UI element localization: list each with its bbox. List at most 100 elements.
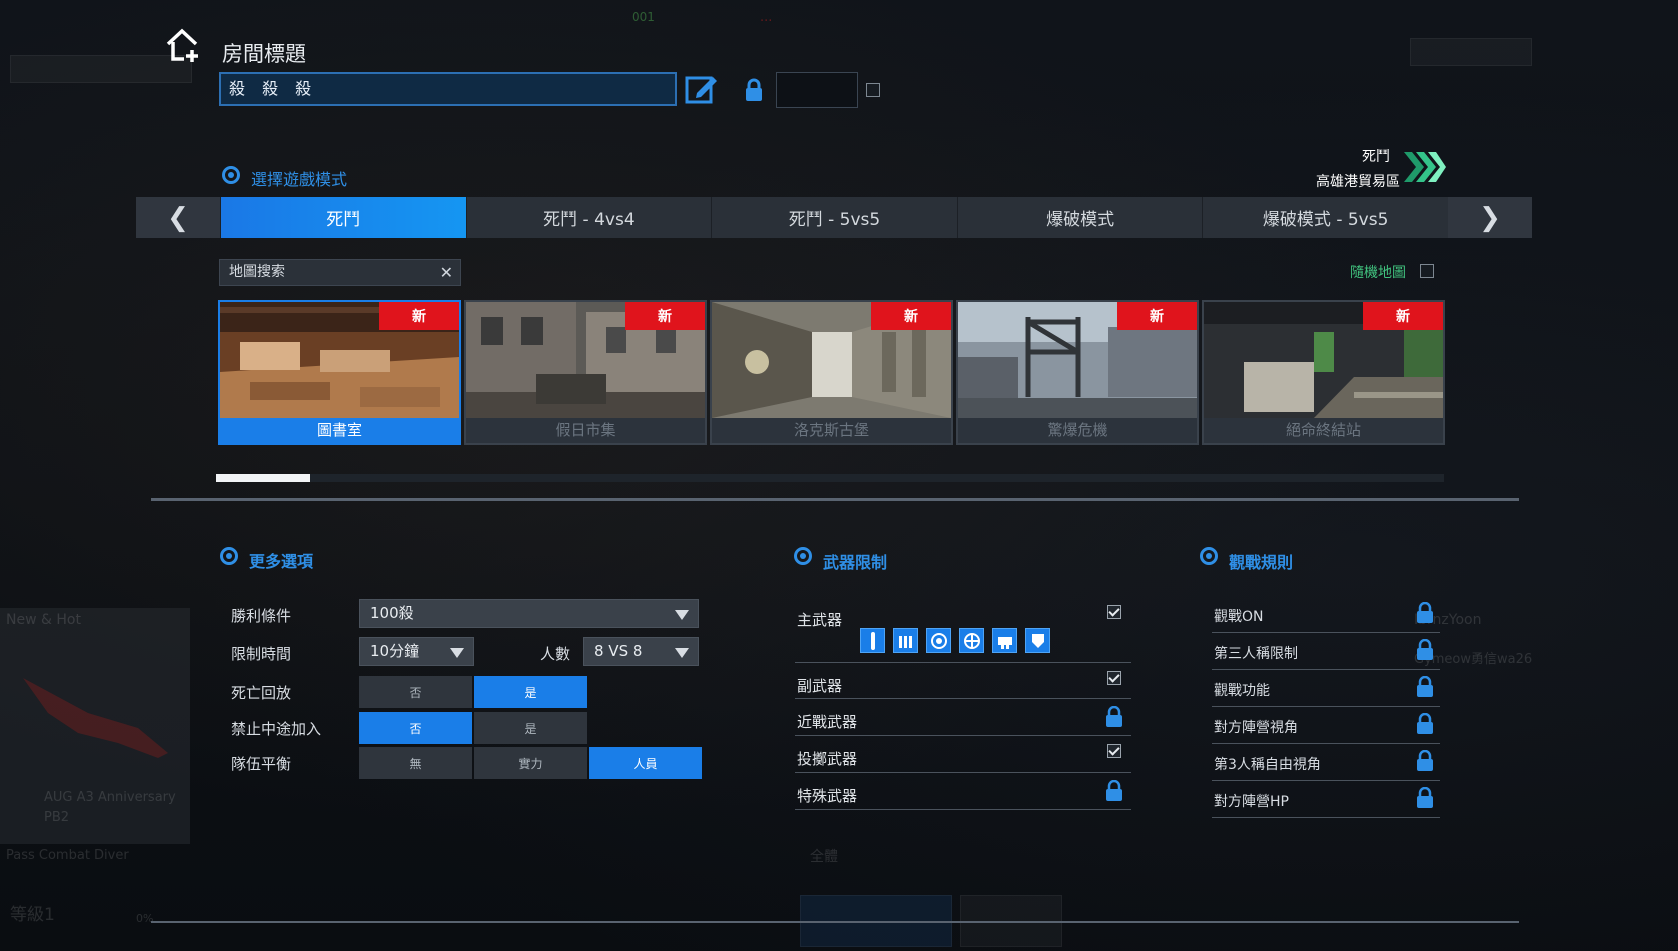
tab-demolition-5v5[interactable]: 爆破模式 - 5vs5: [1202, 197, 1448, 238]
divider: [151, 921, 1519, 923]
password-checkbox[interactable]: [866, 83, 880, 97]
new-badge: 新: [625, 302, 705, 330]
spectator-row: 觀戰ON: [1212, 596, 1440, 633]
sniper-icon[interactable]: [860, 628, 885, 653]
chevron-down-icon: [675, 648, 689, 658]
map-scroll-thumb[interactable]: [216, 474, 310, 482]
weapon-secondary-checkbox[interactable]: [1107, 671, 1121, 685]
new-badge: 新: [871, 302, 951, 330]
win-condition-dropdown[interactable]: 100殺: [359, 599, 699, 628]
bg-level-percent: 0%: [136, 912, 154, 925]
weapon-row-throwable: 投擲武器: [795, 736, 1131, 773]
chevron-down-icon: [675, 610, 689, 620]
tab-deathmatch[interactable]: 死鬥: [220, 197, 466, 238]
time-limit-dropdown[interactable]: 10分鐘: [359, 637, 474, 666]
players-dropdown[interactable]: 8 VS 8: [583, 637, 699, 666]
win-condition-value: 100殺: [370, 604, 414, 622]
players-value: 8 VS 8: [594, 642, 643, 660]
lock-icon: [1106, 706, 1122, 727]
bg-room-number: 001: [632, 10, 655, 24]
map-search-input[interactable]: 地圖搜索 ✕: [219, 259, 461, 286]
team-balance-none[interactable]: 無: [359, 747, 472, 779]
map-search-placeholder: 地圖搜索: [229, 264, 285, 280]
weapon-primary-label: 主武器: [797, 611, 843, 629]
map-list: 新 圖書室 新 假日市集 新 洛克斯古堡 新 驚爆危機 新 絕命終結站: [218, 300, 1445, 445]
time-limit-value: 10分鐘: [370, 642, 420, 660]
spectator-label: 第三人稱限制: [1214, 646, 1298, 662]
map-card-library[interactable]: 新 圖書室: [218, 300, 461, 445]
lock-icon: [1417, 787, 1433, 808]
players-label: 人數: [540, 645, 571, 663]
map-name: 驚爆危機: [1047, 421, 1108, 439]
death-replay-yes[interactable]: 是: [474, 676, 587, 708]
map-scroll-track[interactable]: [216, 474, 1444, 482]
spectator-row: 第三人稱限制: [1212, 633, 1440, 670]
no-midjoin-yes[interactable]: 是: [474, 712, 587, 744]
team-balance-players[interactable]: 人員: [589, 747, 702, 779]
next-mode-button[interactable]: ❯: [1447, 197, 1532, 238]
bg-weapon-sub: PB2: [44, 810, 70, 825]
divider: [151, 498, 1519, 501]
bg-weapon-image: [23, 678, 168, 758]
target-icon[interactable]: [926, 628, 951, 653]
tab-deathmatch-5v5[interactable]: 死鬥 - 5vs5: [711, 197, 957, 238]
spectator-row: 第3人稱自由視角: [1212, 744, 1440, 781]
home-icon[interactable]: [164, 26, 204, 64]
random-map-label: 隨機地圖: [1350, 265, 1406, 281]
bg-news-card: New & Hot AUG A3 Anniversary PB2: [0, 608, 190, 844]
new-badge: 新: [379, 302, 459, 330]
weapon-throwable-checkbox[interactable]: [1107, 744, 1121, 758]
shield-icon[interactable]: [1025, 628, 1050, 653]
ammo-icon[interactable]: [893, 628, 918, 653]
weapon-limits-heading: 武器限制: [823, 553, 888, 572]
password-input[interactable]: [776, 72, 858, 108]
lock-icon: [1417, 602, 1433, 623]
spectator-label: 觀戰ON: [1214, 609, 1264, 625]
no-midjoin-no[interactable]: 否: [359, 712, 472, 744]
map-name: 圖書室: [220, 418, 459, 443]
tab-demolition[interactable]: 爆破模式: [956, 197, 1203, 238]
clear-search-icon[interactable]: ✕: [440, 260, 453, 285]
chevron-down-icon: [450, 648, 464, 658]
smg-icon[interactable]: [992, 628, 1017, 653]
mode-tab-bar: ❮ 死鬥 死鬥 - 4vs4 死鬥 - 5vs5 爆破模式 爆破模式 - 5vs…: [136, 197, 1532, 238]
map-card-crisis[interactable]: 新 驚爆危機: [956, 300, 1199, 445]
spectator-row: 對方陣營視角: [1212, 707, 1440, 744]
weapon-special-label: 特殊武器: [797, 787, 858, 805]
map-name: 絕命終結站: [1285, 421, 1361, 439]
team-balance-skill[interactable]: 實力: [474, 747, 587, 779]
death-replay-no[interactable]: 否: [359, 676, 472, 708]
section-target-icon: [794, 547, 812, 565]
bg-warning-text: ...: [760, 10, 773, 25]
map-card-rox-castle[interactable]: 新 洛克斯古堡: [710, 300, 953, 445]
mode-section-heading: 選擇遊戲模式: [251, 170, 348, 189]
primary-weapon-icons: [860, 628, 1050, 653]
map-card-final-station[interactable]: 新 絕命終結站: [1202, 300, 1445, 445]
map-card-holiday-market[interactable]: 新 假日市集: [464, 300, 707, 445]
more-options-heading: 更多選項: [249, 552, 314, 571]
lock-icon: [746, 78, 762, 101]
new-badge: 新: [1117, 302, 1197, 330]
weapon-primary-checkbox[interactable]: [1107, 605, 1121, 619]
page-title: 房間標題: [222, 42, 306, 66]
section-target-icon: [1200, 547, 1218, 565]
weapon-row-melee: 近戰武器: [795, 699, 1131, 736]
map-name: 假日市集: [555, 421, 616, 439]
bg-pass-label: Pass Combat Diver: [6, 848, 129, 863]
tab-deathmatch-4v4[interactable]: 死鬥 - 4vs4: [465, 197, 712, 238]
random-map-checkbox[interactable]: [1420, 264, 1434, 278]
weapon-row-secondary: 副武器: [795, 662, 1131, 699]
room-name-input[interactable]: 殺 殺 殺: [219, 72, 677, 106]
prev-mode-button[interactable]: ❮: [136, 197, 220, 238]
lock-icon: [1417, 713, 1433, 734]
current-map-label: 高雄港貿易區: [1316, 174, 1400, 190]
death-replay-toggle: 否 是: [359, 676, 587, 708]
no-midjoin-label: 禁止中途加入: [231, 720, 322, 738]
edit-icon[interactable]: [684, 72, 718, 106]
spectator-rules-heading: 觀戰規則: [1229, 553, 1294, 572]
current-mode-label: 死鬥: [1362, 149, 1390, 165]
bg-mode-hint: 全體: [810, 849, 838, 865]
weapon-row-special: 特殊武器: [795, 773, 1131, 810]
weapon-throwable-label: 投擲武器: [797, 750, 858, 768]
crosshair-icon[interactable]: [959, 628, 984, 653]
